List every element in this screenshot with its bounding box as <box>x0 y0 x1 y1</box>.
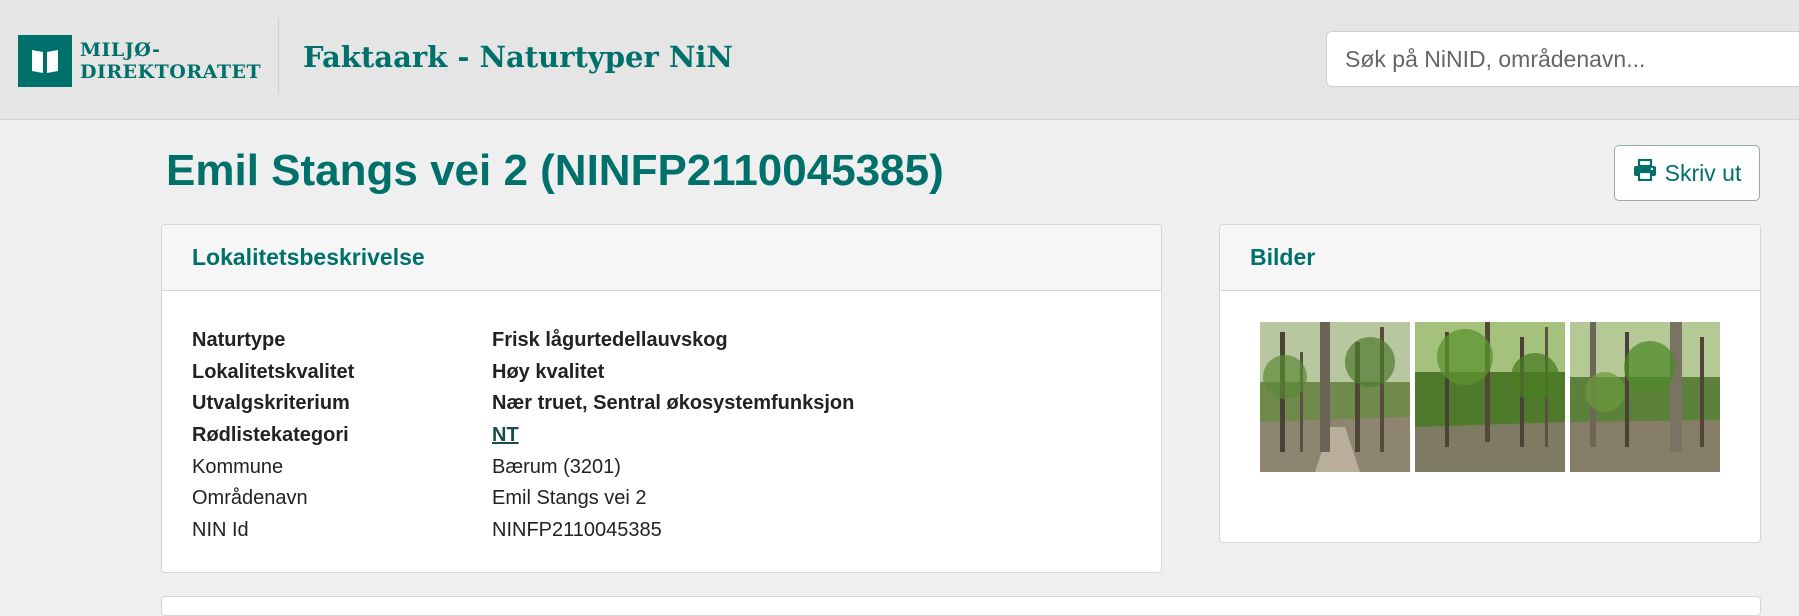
app-title: Faktaark - Naturtyper NiN <box>303 40 733 74</box>
property-value: Frisk lågurtedellauvskog <box>492 329 728 352</box>
property-value: Høy kvalitet <box>492 360 605 383</box>
property-label: Kommune <box>192 455 284 478</box>
logo-line-1: MILJØ- <box>80 39 161 61</box>
image-gallery <box>1260 322 1720 472</box>
images-card: Bilder <box>1219 224 1761 543</box>
top-header: MILJØ- DIREKTORATET Faktaark - Naturtype… <box>0 0 1799 120</box>
property-row: Utvalgskriterium Nær truet, Sentral økos… <box>192 388 854 420</box>
forest-photo-thumbnail[interactable] <box>1260 322 1410 472</box>
property-label: NIN Id <box>192 518 249 541</box>
images-heading: Bilder <box>1220 225 1760 291</box>
page-title: Emil Stangs vei 2 (NINFP2110045385) <box>166 146 944 195</box>
property-row: NIN Id NINFP2110045385 <box>192 515 854 547</box>
property-label: Områdenavn <box>192 487 308 510</box>
miljodirektoratet-logo[interactable]: MILJØ- DIREKTORATET <box>18 35 261 87</box>
property-value: NINFP2110045385 <box>492 518 662 541</box>
property-value: Bærum (3201) <box>492 455 621 478</box>
property-row: Områdenavn Emil Stangs vei 2 <box>192 483 854 515</box>
property-value: Nær truet, Sentral økosystemfunksjon <box>492 392 855 415</box>
forest-photo-thumbnail[interactable] <box>1415 322 1565 472</box>
redlist-category-link[interactable]: NT <box>492 424 519 446</box>
description-heading: Lokalitetsbeskrivelse <box>162 225 1161 291</box>
description-card: Lokalitetsbeskrivelse Naturtype Frisk lå… <box>161 224 1162 573</box>
property-value: Emil Stangs vei 2 <box>492 487 647 510</box>
property-label: Lokalitetskvalitet <box>192 360 355 383</box>
header-divider <box>278 18 279 94</box>
property-label: Naturtype <box>192 329 286 352</box>
next-section-card <box>161 596 1761 616</box>
property-label: Rødlistekategori <box>192 424 349 447</box>
property-row: Kommune Bærum (3201) <box>192 451 854 483</box>
print-button[interactable]: Skriv ut <box>1614 145 1760 201</box>
property-row: Rødlistekategori NT <box>192 420 854 452</box>
property-row: Lokalitetskvalitet Høy kvalitet <box>192 357 854 389</box>
logo-line-2: DIREKTORATET <box>80 61 262 83</box>
search-input[interactable] <box>1326 31 1799 87</box>
logo-text: MILJØ- DIREKTORATET <box>80 39 261 83</box>
printer-icon <box>1633 158 1657 187</box>
property-value: NT <box>492 424 519 447</box>
book-icon <box>18 35 72 87</box>
property-list: Naturtype Frisk lågurtedellauvskog Lokal… <box>192 325 854 546</box>
property-label: Utvalgskriterium <box>192 392 350 415</box>
forest-photo-thumbnail[interactable] <box>1570 322 1720 472</box>
property-row: Naturtype Frisk lågurtedellauvskog <box>192 325 854 357</box>
print-button-label: Skriv ut <box>1664 159 1742 186</box>
